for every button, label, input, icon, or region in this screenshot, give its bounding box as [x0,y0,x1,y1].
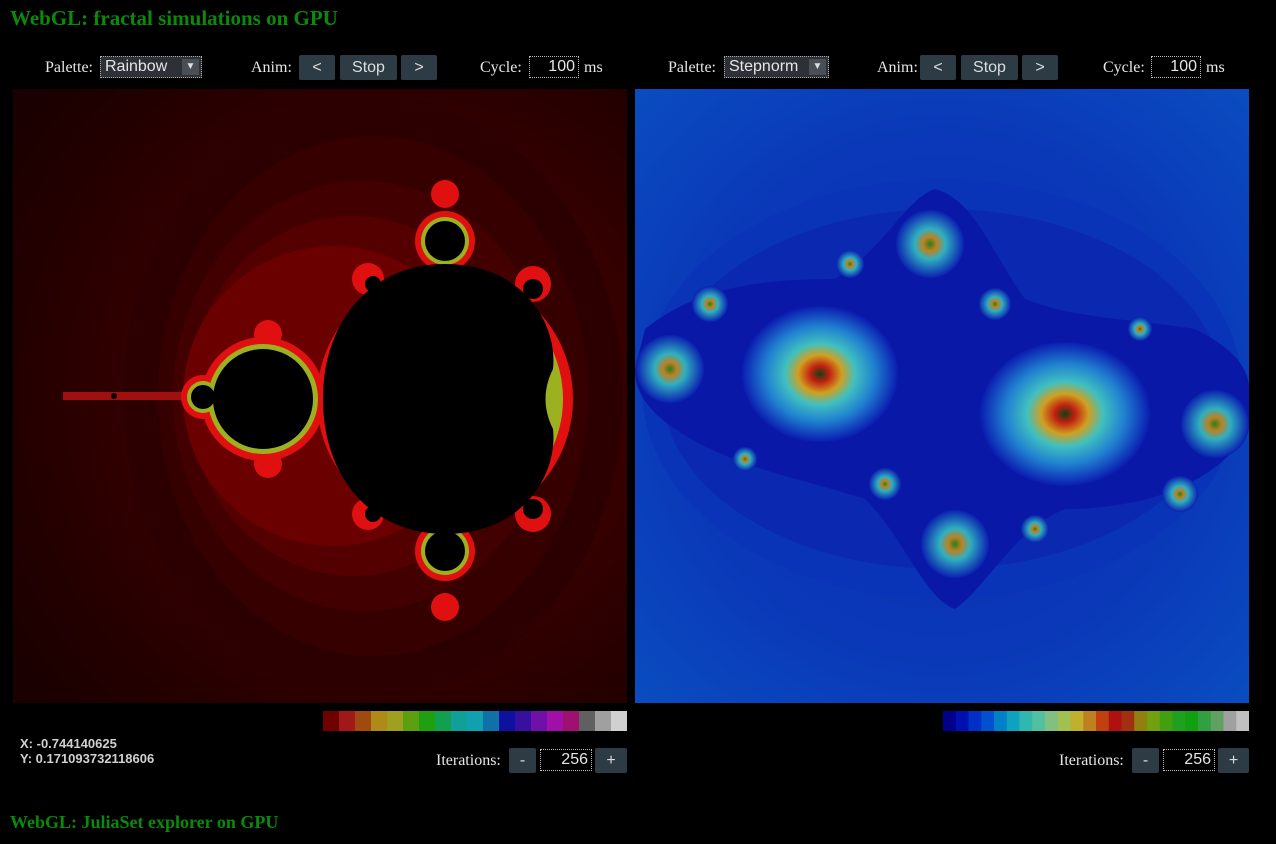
palette-swatch [611,711,627,731]
left-iter-plus-button[interactable]: + [595,748,627,773]
left-iterations-label: Iterations: [436,752,501,769]
palette-swatch [515,711,532,731]
palette-swatch [1070,711,1084,731]
left-palette-select[interactable]: Rainbow ▼ [100,56,202,78]
left-cycle-unit: ms [584,59,603,76]
palette-swatch [943,711,957,731]
right-control-row: Palette: Stepnorm ▼ Anim: < Stop > Cycle… [635,55,1251,81]
left-palette-bar [323,711,627,731]
palette-swatch [981,711,995,731]
chevron-down-icon: ▼ [182,59,199,75]
palette-swatch [1045,711,1059,731]
palette-swatch [403,711,420,731]
right-anim-prev-button[interactable]: < [920,55,956,80]
palette-swatch [355,711,372,731]
mandelbrot-panel: Palette: Rainbow ▼ Anim: < Stop > Cycle:… [13,55,629,785]
right-cycle-label: Cycle: [1103,59,1145,76]
palette-swatch [1032,711,1046,731]
left-iterations-input[interactable]: 256 [540,749,592,771]
palette-swatch [1172,711,1186,731]
right-iter-plus-button[interactable]: + [1218,748,1249,773]
palette-swatch [1121,711,1135,731]
palette-swatch [1147,711,1161,731]
coord-y: Y: 0.171093732118606 [20,751,155,766]
right-iter-minus-button[interactable]: - [1132,748,1159,773]
left-anim-prev-button[interactable]: < [299,55,335,80]
right-palette-label: Palette: [668,59,716,76]
palette-swatch [1159,711,1173,731]
palette-swatch [1057,711,1071,731]
palette-swatch [1210,711,1224,731]
left-palette-value: Rainbow [105,58,168,75]
palette-swatch [994,711,1008,731]
palette-swatch [547,711,564,731]
palette-swatch [1096,711,1110,731]
palette-swatch [387,711,404,731]
right-iterations-input[interactable]: 256 [1163,749,1215,771]
right-anim-label: Anim: [877,59,918,76]
footer-title: WebGL: JuliaSet explorer on GPU [10,812,279,832]
palette-swatch [499,711,516,731]
palette-swatch [1006,711,1020,731]
left-palette-label: Palette: [45,59,93,76]
right-palette-bar [943,711,1249,731]
cursor-coordinates: X: -0.744140625 Y: 0.171093732118606 [20,736,154,766]
palette-swatch [371,711,388,731]
palette-swatch [323,711,340,731]
left-cycle-input[interactable]: 100 [529,56,579,78]
left-anim-next-button[interactable]: > [401,55,437,80]
palette-swatch [1134,711,1148,731]
right-palette-value: Stepnorm [729,58,799,75]
palette-swatch [1236,711,1249,731]
right-iterations-label: Iterations: [1059,752,1124,769]
palette-swatch [595,711,612,731]
chevron-down-icon: ▼ [809,59,826,75]
palette-swatch [1185,711,1199,731]
right-anim-next-button[interactable]: > [1022,55,1058,80]
left-cycle-label: Cycle: [480,59,522,76]
mandelbrot-canvas[interactable] [13,89,627,703]
palette-swatch [451,711,468,731]
palette-swatch [579,711,596,731]
right-cycle-input[interactable]: 100 [1151,56,1201,78]
palette-swatch [563,711,580,731]
palette-swatch [483,711,500,731]
palette-swatch [467,711,484,731]
coord-x: X: -0.744140625 [20,736,117,751]
palette-swatch [435,711,452,731]
palette-swatch [955,711,969,731]
right-anim-stop-button[interactable]: Stop [961,55,1018,80]
palette-swatch [531,711,548,731]
palette-swatch [1198,711,1212,731]
page-title: WebGL: fractal simulations on GPU [10,6,338,30]
palette-swatch [1019,711,1033,731]
palette-swatch [339,711,356,731]
julia-panel: Palette: Stepnorm ▼ Anim: < Stop > Cycle… [635,55,1251,785]
left-anim-label: Anim: [251,59,292,76]
palette-swatch [1223,711,1237,731]
palette-swatch [1108,711,1122,731]
left-control-row: Palette: Rainbow ▼ Anim: < Stop > Cycle:… [13,55,629,81]
palette-swatch [1083,711,1097,731]
palette-swatch [419,711,436,731]
left-anim-stop-button[interactable]: Stop [340,55,397,80]
left-iter-minus-button[interactable]: - [509,748,536,773]
right-palette-select[interactable]: Stepnorm ▼ [724,56,829,78]
julia-canvas[interactable] [635,89,1249,703]
palette-swatch [968,711,982,731]
right-cycle-unit: ms [1206,59,1225,76]
